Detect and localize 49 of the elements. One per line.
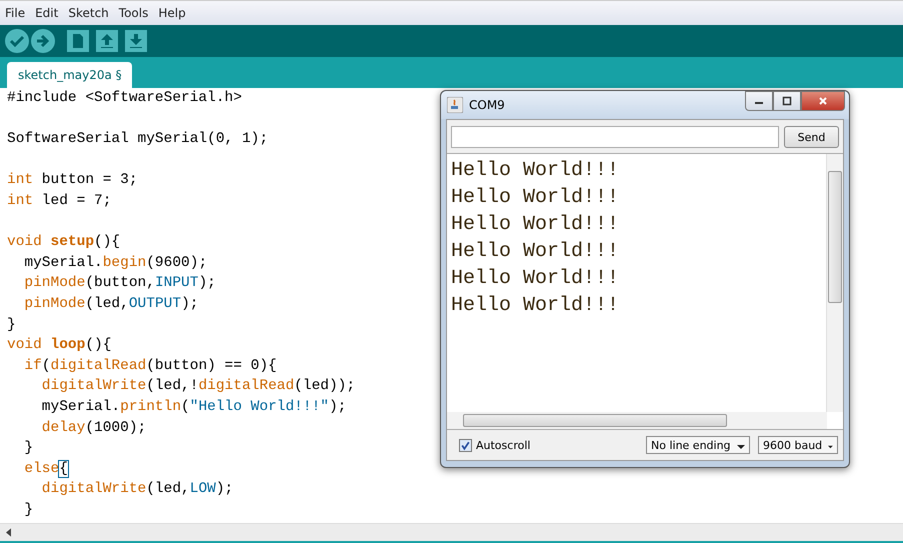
send-input-field[interactable] — [451, 126, 779, 148]
close-icon — [818, 96, 828, 106]
vertical-scrollbar[interactable] — [826, 154, 843, 412]
code-line: else{ — [23, 460, 68, 479]
menu-item[interactable]: Help — [157, 6, 187, 20]
verify-check-icon[interactable] — [5, 29, 29, 53]
maximize-button[interactable] — [773, 91, 801, 111]
code-line: int led = 7; — [7, 192, 112, 211]
close-button[interactable] — [801, 91, 845, 111]
new-document-icon[interactable] — [67, 30, 89, 52]
baud-rate-dropdown[interactable]: 9600 baud — [758, 436, 838, 454]
output-line: Hello World!!! — [451, 266, 620, 292]
code-line: #include <SoftwareSerial.h> — [7, 89, 242, 108]
code-line: pinMode(button,INPUT); — [23, 274, 216, 294]
minimize-button[interactable] — [745, 91, 773, 111]
code-line: pinMode(led,OUTPUT); — [23, 294, 198, 314]
caret-icon — [828, 445, 833, 449]
menu-item[interactable]: Tools — [118, 6, 150, 20]
maximize-icon — [782, 96, 792, 106]
output-line: Hello World!!! — [451, 185, 620, 211]
line-ending-dropdown[interactable]: No line ending — [646, 436, 750, 454]
code-line: } — [23, 439, 34, 458]
output-line: Hello World!!! — [451, 158, 620, 184]
caret-icon — [737, 445, 745, 449]
output-line: Hello World!!! — [451, 293, 620, 319]
menu-item[interactable]: Sketch — [67, 6, 110, 20]
code-line: digitalWrite(led,!digitalRead(led)); — [40, 377, 356, 396]
code-line: } — [7, 316, 16, 335]
code-line: if(digitalRead(button) == 0){ — [23, 356, 277, 376]
sketch-tab[interactable]: sketch_may20a § — [7, 62, 132, 88]
output-line: Hello World!!! — [451, 239, 620, 265]
send-button[interactable]: Send — [784, 126, 839, 148]
horizontal-scrollbar[interactable] — [447, 412, 827, 429]
code-line: digitalWrite(led,LOW); — [40, 480, 234, 500]
menu-item[interactable]: File — [4, 6, 26, 20]
code-line: void loop(){ — [7, 336, 112, 356]
autoscroll-checkbox[interactable] — [459, 438, 472, 452]
autoscroll-label: Autoscroll — [476, 438, 530, 452]
code-line: int button = 3; — [7, 171, 138, 190]
menu-item[interactable]: Edit — [34, 6, 60, 20]
code-line: delay(1000); — [40, 418, 146, 438]
code-line: void setup(){ — [7, 233, 120, 252]
output-line: Hello World!!! — [451, 212, 620, 238]
code-line: SoftwareSerial mySerial(0, 1); — [7, 130, 268, 150]
code-line: } — [23, 500, 34, 520]
code-line: mySerial.println("Hello World!!!"); — [40, 398, 346, 417]
window-title: COM9 — [469, 98, 506, 112]
scroll-left-icon[interactable] — [6, 528, 11, 537]
code-line: mySerial.begin(9600); — [23, 254, 208, 273]
